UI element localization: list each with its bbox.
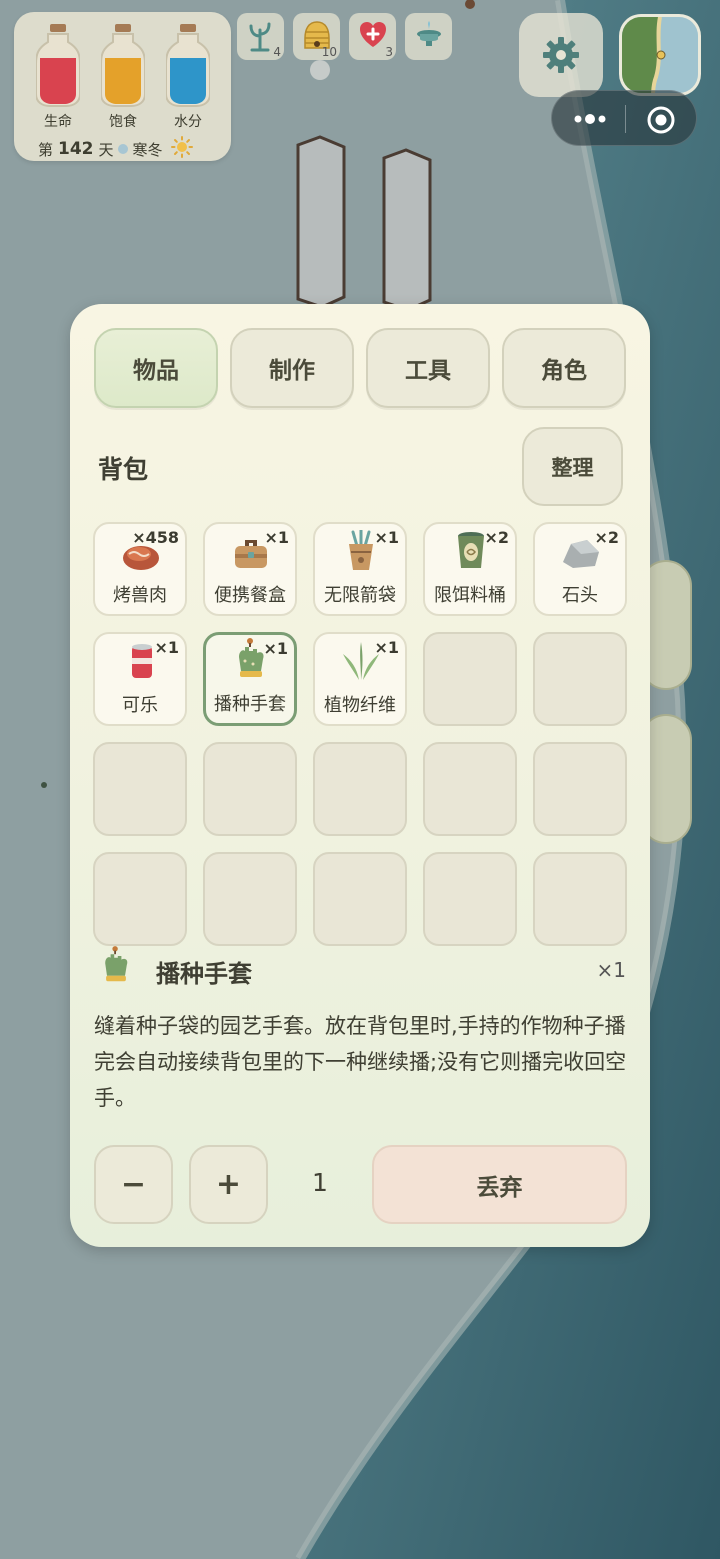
- slot-qty: ×1: [154, 638, 179, 657]
- sort-button[interactable]: 整理: [522, 427, 623, 506]
- water-label: 水分: [174, 114, 202, 130]
- item-detail-qty: ×1: [596, 958, 626, 982]
- decrease-button[interactable]: −: [94, 1145, 173, 1224]
- tab-tools[interactable]: 工具: [366, 328, 490, 408]
- status-panel: 生命 饱食 水分 第 142 天 寒冬: [14, 12, 231, 161]
- backpack-title: 背包: [98, 455, 149, 484]
- slot-name: 便携餐盒: [214, 585, 286, 606]
- inventory-slot-cola[interactable]: ×1 可乐: [93, 632, 187, 726]
- slot-name: 播种手套: [214, 694, 286, 715]
- buff-sprout[interactable]: 4: [237, 13, 284, 60]
- minimap-terrain: [622, 17, 698, 93]
- buff-fountain[interactable]: [405, 13, 452, 60]
- inventory-slot-empty[interactable]: [533, 632, 627, 726]
- heart-plus-icon: [360, 22, 386, 47]
- seeding-glove-icon: [105, 946, 128, 982]
- inventory-slot-empty[interactable]: [533, 852, 627, 946]
- increase-button[interactable]: +: [189, 1145, 268, 1224]
- day-prefix: 第: [38, 140, 54, 159]
- inventory-slot-stone[interactable]: ×2 石头: [533, 522, 627, 616]
- sun-icon: [170, 136, 193, 162]
- tab-character[interactable]: 角色: [502, 328, 626, 408]
- day-suffix: 天: [98, 140, 114, 159]
- slot-qty: ×458: [132, 528, 179, 547]
- health-bottle-icon: [35, 24, 81, 108]
- buff-heart[interactable]: 3: [349, 13, 396, 60]
- inventory-modal: 物品 制作 工具 角色 背包 整理 ×458 烤兽肉 ×1 便携餐盒 ×1 无限…: [70, 304, 650, 1247]
- buff-count: 10: [321, 45, 337, 59]
- slot-name: 限饵料桶: [434, 585, 506, 606]
- tab-items[interactable]: 物品: [94, 328, 218, 408]
- buff-count: 4: [273, 45, 281, 59]
- inventory-slot-empty[interactable]: [423, 632, 517, 726]
- sprout-icon: [249, 22, 271, 52]
- slot-name: 植物纤维: [324, 695, 396, 716]
- inventory-slot-empty[interactable]: [313, 852, 407, 946]
- slot-name: 可乐: [122, 695, 158, 716]
- fountain-icon: [417, 21, 441, 46]
- target-close-icon[interactable]: [646, 105, 676, 135]
- item-detail-description: 缝着种子袋的园艺手套。放在背包里时,手持的作物种子播完会自动接续背包里的下一种继…: [94, 1014, 627, 1110]
- minimap[interactable]: [619, 14, 701, 96]
- inventory-slot-empty[interactable]: [203, 852, 297, 946]
- slot-qty: ×2: [594, 528, 619, 547]
- tab-crafting[interactable]: 制作: [230, 328, 354, 408]
- inventory-slot-plant-fiber[interactable]: ×1 植物纤维: [313, 632, 407, 726]
- health-label: 生命: [44, 114, 72, 130]
- slot-qty: ×2: [484, 528, 509, 547]
- inventory-slot-empty[interactable]: [423, 852, 517, 946]
- water-bottle-icon: [165, 24, 211, 108]
- hunger-label: 饱食: [109, 114, 137, 130]
- season-label: 寒冬: [132, 140, 163, 159]
- slot-qty: ×1: [263, 639, 288, 658]
- season-dot-icon: [117, 144, 128, 154]
- hunger-bottle-icon: [100, 24, 146, 108]
- slot-qty: ×1: [264, 528, 289, 547]
- buff-count: 3: [385, 45, 393, 59]
- cola-can-icon: [132, 644, 152, 678]
- slot-name: 无限箭袋: [324, 585, 396, 606]
- inventory-slot-empty[interactable]: [313, 742, 407, 836]
- slot-qty: ×1: [374, 638, 399, 657]
- inventory-slot-bait-bucket[interactable]: ×2 限饵料桶: [423, 522, 517, 616]
- capsule-divider: [625, 105, 626, 133]
- more-dots-icon[interactable]: [572, 109, 608, 129]
- day-counter: 第 142 天 寒冬: [38, 136, 193, 162]
- day-number: 142: [58, 139, 94, 159]
- inventory-slot-seeding-glove[interactable]: ×1 播种手套: [203, 632, 297, 726]
- slot-name: 石头: [562, 585, 598, 606]
- inventory-slot-empty[interactable]: [93, 852, 187, 946]
- slot-qty: ×1: [374, 528, 399, 547]
- settings-button[interactable]: [519, 13, 603, 97]
- inventory-slot-empty[interactable]: [93, 742, 187, 836]
- gear-icon: [543, 37, 579, 73]
- snow-rock-column-right: [382, 148, 432, 312]
- item-detail-name: 播种手套: [156, 960, 252, 988]
- amount-value: 1: [312, 1168, 328, 1197]
- discard-button[interactable]: 丢弃: [372, 1145, 627, 1224]
- inventory-slot-empty[interactable]: [533, 742, 627, 836]
- mini-program-capsule: [551, 90, 697, 146]
- inventory-slot-roast-meat[interactable]: ×458 烤兽肉: [93, 522, 187, 616]
- inventory-slot-quiver[interactable]: ×1 无限箭袋: [313, 522, 407, 616]
- inventory-slot-empty[interactable]: [203, 742, 297, 836]
- slot-name: 烤兽肉: [113, 585, 167, 606]
- inventory-slot-lunchbox[interactable]: ×1 便携餐盒: [203, 522, 297, 616]
- snow-rock-column-left: [296, 135, 346, 309]
- buff-beehive[interactable]: 10: [293, 13, 340, 60]
- inventory-slot-empty[interactable]: [423, 742, 517, 836]
